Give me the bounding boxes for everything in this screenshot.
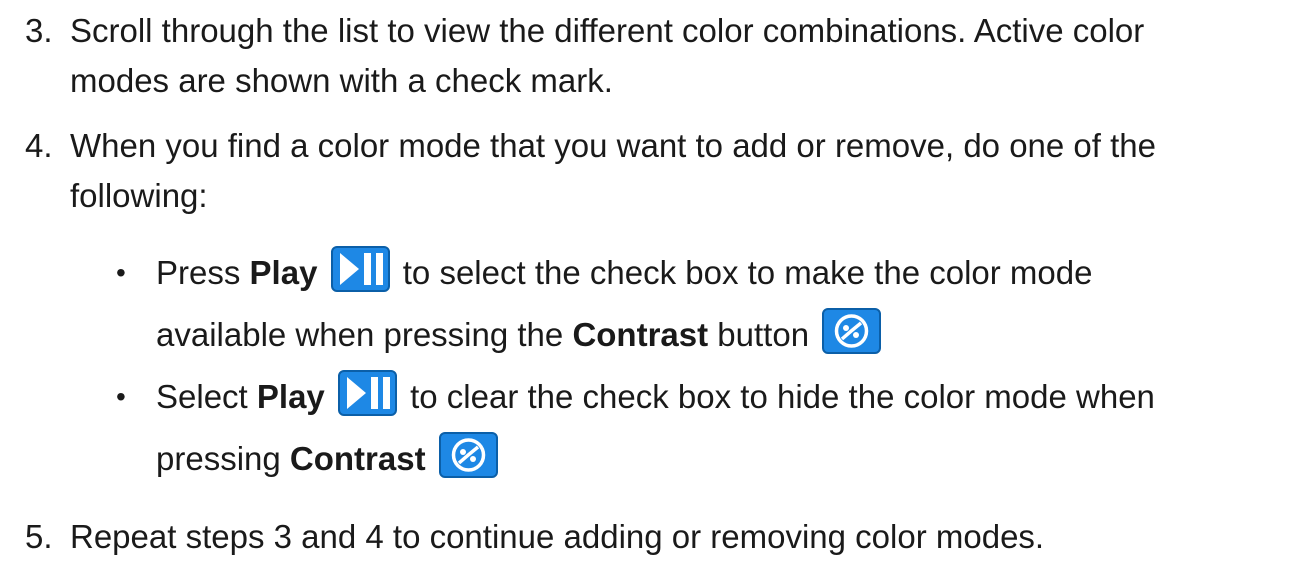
bullet-text: Select Play to clear the check box to hi…: [156, 370, 1306, 484]
play-pause-icon: [330, 246, 390, 293]
step-number: 4.: [25, 127, 53, 164]
bullet-2-line-2: pressing Contrast: [156, 432, 1306, 484]
text-press: Press: [156, 254, 250, 291]
bullet-1-line-1: Press Play to select the check box to ma…: [156, 246, 1306, 298]
contrast-label: Contrast: [289, 440, 426, 477]
step-4-line-2: following:: [70, 177, 208, 214]
step-5-line-1: Repeat steps 3 and 4 to continue adding …: [70, 518, 1045, 555]
text-pressing: pressing: [156, 440, 290, 477]
play-pause-icon: [337, 370, 397, 417]
text-available: available when pressing the: [156, 316, 573, 353]
contrast-icon: [822, 308, 882, 355]
step-4-line-1: When you find a color mode that you want…: [70, 127, 1156, 164]
bullet-1-line-2: available when pressing the Contrast but…: [156, 308, 1306, 360]
text-button: button: [708, 316, 810, 353]
step-text: Scroll through the list to view the diff…: [70, 6, 1305, 106]
step-3-line-1: Scroll through the list to view the diff…: [70, 12, 1145, 49]
contrast-label: Contrast: [572, 316, 709, 353]
step-number: 3.: [25, 12, 53, 49]
step-text: When you find a color mode that you want…: [70, 121, 1305, 221]
text-select-checkbox: to select the check box to make the colo…: [393, 254, 1093, 291]
bullet-text: Press Play to select the check box to ma…: [156, 246, 1306, 360]
step-3-line-2: modes are shown with a check mark.: [70, 62, 613, 99]
bullet-dot: •: [116, 381, 126, 412]
step-number: 5.: [25, 518, 53, 555]
bullet-2-line-1: Select Play to clear the check box to hi…: [156, 370, 1306, 422]
play-label: Play: [256, 378, 325, 415]
text-select: Select: [156, 378, 257, 415]
contrast-icon: [438, 432, 498, 479]
step-text: Repeat steps 3 and 4 to continue adding …: [70, 512, 1305, 562]
play-label: Play: [249, 254, 318, 291]
text-clear-checkbox: to clear the check box to hide the color…: [400, 378, 1155, 415]
bullet-dot: •: [116, 257, 126, 288]
